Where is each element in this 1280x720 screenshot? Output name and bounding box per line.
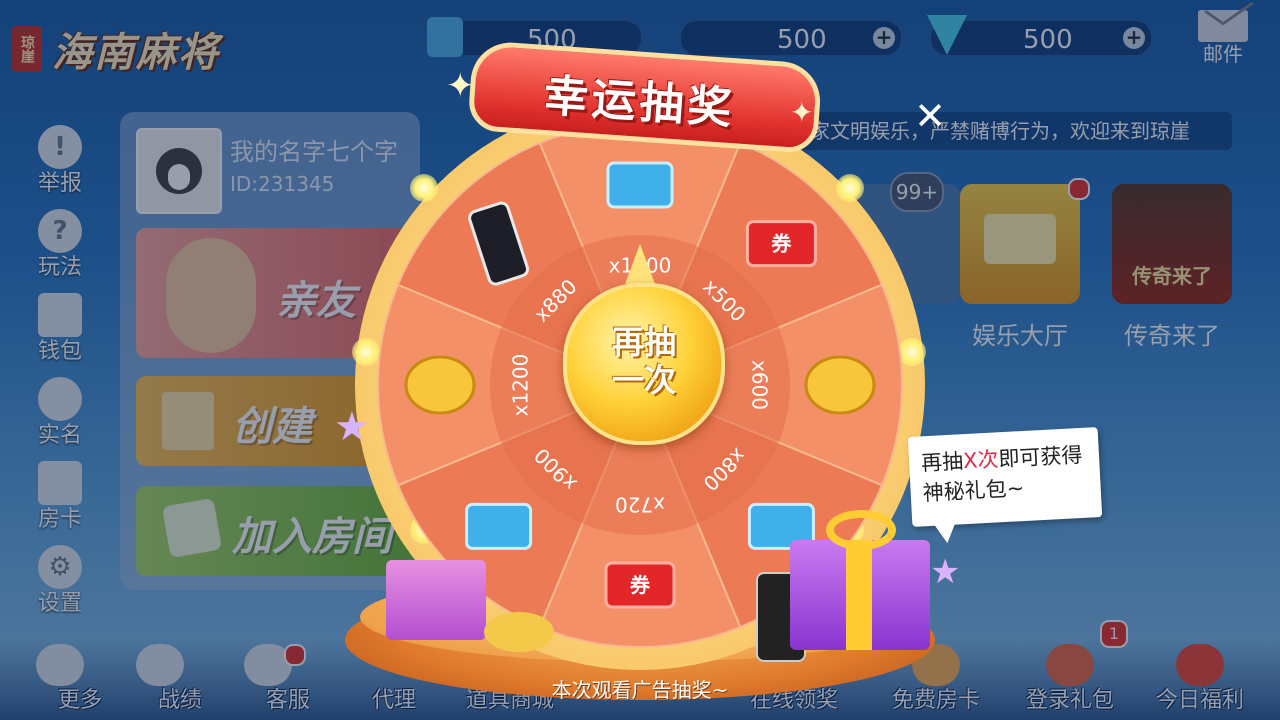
room-card-icon bbox=[606, 161, 674, 209]
gift-progress-bubble: 再抽X次即可获得神秘礼包~ bbox=[907, 427, 1103, 527]
open-gift-box-icon bbox=[386, 560, 486, 640]
spin-again-line1: 再抽 bbox=[611, 323, 676, 361]
gold-coins-icon bbox=[804, 355, 876, 415]
star-icon: ✦ bbox=[790, 96, 814, 129]
gift-bow-icon bbox=[826, 510, 896, 550]
coupon-label: 券 bbox=[770, 232, 792, 256]
segment-amount: x720 bbox=[615, 493, 665, 517]
gold-coins-icon bbox=[404, 355, 476, 415]
segment-amount: x600 bbox=[748, 360, 772, 410]
gift-progress-text: 再抽X次即可获得神秘礼包~ bbox=[920, 442, 1083, 506]
spin-again-label: 再抽 一次 bbox=[567, 323, 721, 399]
room-card-icon bbox=[465, 502, 533, 550]
segment-amount: x1200 bbox=[509, 354, 533, 417]
coupon-icon: 券 bbox=[745, 220, 817, 268]
close-icon[interactable]: ✕ bbox=[912, 97, 948, 135]
spin-again-line2: 一次 bbox=[611, 361, 676, 399]
gold-coins-icon bbox=[484, 612, 554, 652]
wheel-pointer bbox=[625, 244, 655, 284]
ad-draw-notice: 本次观看广告抽奖~ bbox=[551, 678, 729, 702]
purple-star-icon: ★ bbox=[334, 404, 370, 450]
star-icon: ✦ bbox=[446, 66, 475, 106]
spin-again-button[interactable]: 再抽 一次 bbox=[563, 283, 725, 445]
lucky-draw-banner: 幸运抽奖 bbox=[467, 39, 823, 155]
gift-ribbon-icon bbox=[846, 540, 872, 650]
purple-star-icon: ★ bbox=[930, 552, 961, 592]
coupon-icon: 券 bbox=[604, 561, 676, 609]
coupon-label: 券 bbox=[629, 573, 651, 597]
mystery-gift-box-icon bbox=[790, 510, 930, 650]
